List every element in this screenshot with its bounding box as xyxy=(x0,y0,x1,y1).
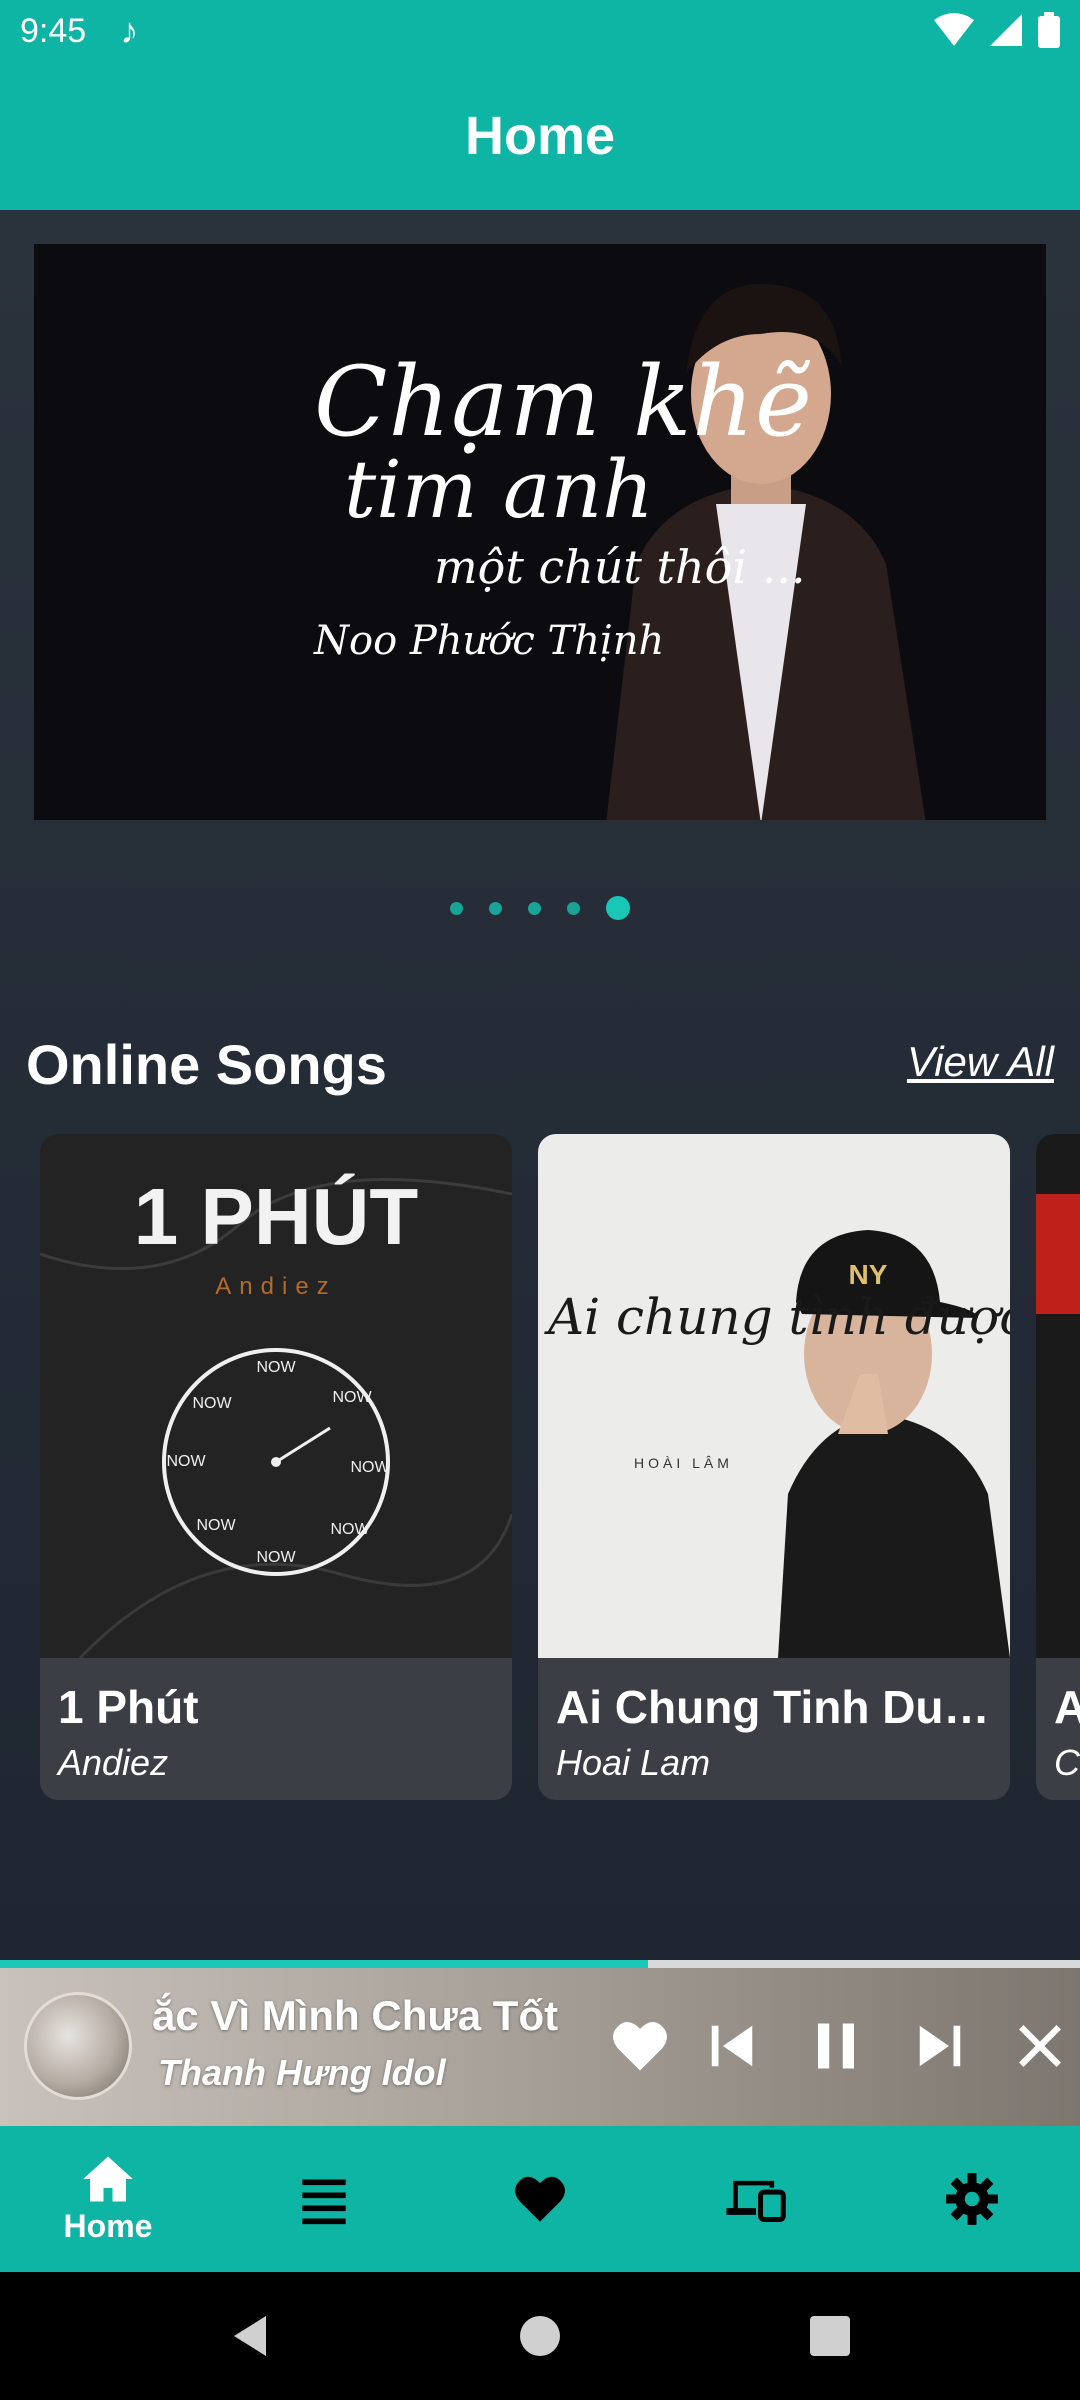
banner-line-2: tim anh xyxy=(344,443,654,536)
heart-icon xyxy=(515,2176,565,2222)
nav-home[interactable]: Home xyxy=(0,2126,216,2272)
mini-player[interactable]: ắc Vì Mình Chưa Tốt Thanh Hưng Idol xyxy=(0,1968,1080,2126)
clock-label: NOW xyxy=(166,1453,206,1470)
svg-text:NY: NY xyxy=(849,1259,888,1290)
battery-icon xyxy=(1038,12,1060,48)
next-button[interactable] xyxy=(898,2004,982,2088)
pause-icon xyxy=(818,2023,854,2069)
clock-label: NOW xyxy=(256,1549,296,1566)
page-dot[interactable] xyxy=(567,901,580,915)
song-title: Ai Chung Tinh Duoc Mai xyxy=(556,1681,996,1733)
clock-label: NOW xyxy=(332,1389,372,1406)
clock-label: NOW xyxy=(350,1459,390,1476)
song-title: A xyxy=(1054,1680,1080,1734)
clock-label: NOW xyxy=(330,1521,370,1538)
song-artist: Hoai Lam xyxy=(556,1742,711,1783)
song-title: 1 Phút xyxy=(58,1681,199,1733)
page-dot[interactable] xyxy=(450,901,463,915)
recents-icon[interactable] xyxy=(810,2316,850,2356)
pause-button[interactable] xyxy=(794,2004,878,2088)
song-artist: Andiez xyxy=(58,1742,169,1783)
back-icon[interactable] xyxy=(230,2314,270,2358)
gear-icon xyxy=(946,2173,998,2225)
system-navigation-bar xyxy=(0,2272,1080,2400)
page-title: Home xyxy=(464,106,616,166)
close-player-button[interactable] xyxy=(998,2004,1080,2088)
favorite-button[interactable] xyxy=(598,2004,682,2088)
playback-progress-bar[interactable] xyxy=(0,1960,1080,1968)
status-bar: 9:45 ♪ xyxy=(0,0,1080,62)
song-card[interactable]: A C xyxy=(1036,1134,1080,1800)
song-artist: C xyxy=(1054,1742,1080,1783)
clock-label: NOW xyxy=(196,1517,236,1534)
signal-icon xyxy=(990,14,1022,46)
banner-page-indicator xyxy=(0,896,1080,920)
view-all-link[interactable]: View All xyxy=(907,1038,1054,1086)
nav-settings[interactable] xyxy=(864,2126,1080,2272)
page-dot[interactable] xyxy=(489,901,502,915)
skip-next-icon xyxy=(919,2025,961,2067)
page-dot[interactable] xyxy=(528,901,541,915)
heart-icon xyxy=(613,2022,667,2071)
clock-label: NOW xyxy=(192,1395,232,1412)
cover-title-text: Ai chung tình được mãi xyxy=(544,1288,1010,1346)
nav-favorites[interactable] xyxy=(432,2126,648,2272)
devices-icon xyxy=(726,2180,786,2222)
clock-label: NOW xyxy=(256,1359,296,1376)
song-card[interactable]: 1 PHÚT Andiez NOW NOW NOW NOW NOW NOW NO… xyxy=(40,1134,512,1800)
list-icon xyxy=(302,2179,346,2225)
home-icon xyxy=(83,2156,133,2201)
banner-line-3: một chút thôi ... xyxy=(434,540,806,594)
song-cover-art: NY Ai chung tình được mãi HOÀI LÂM xyxy=(538,1134,1010,1658)
playback-progress-fill xyxy=(0,1960,648,1968)
now-playing-title: ắc Vì Mình Chưa Tốt xyxy=(152,1992,559,2039)
previous-button[interactable] xyxy=(690,2004,774,2088)
page-dot-active[interactable] xyxy=(606,896,630,920)
svg-text:Ai chung tình được mãi: Ai chung tình được mãi xyxy=(544,1288,1010,1346)
status-icons xyxy=(934,12,1060,48)
banner-line-1: Chạm khẽ xyxy=(314,346,813,458)
bottom-navigation: Home xyxy=(0,2126,1080,2272)
nav-devices[interactable] xyxy=(648,2126,864,2272)
nav-home-label: Home xyxy=(63,2207,153,2244)
app-bar: Home xyxy=(0,62,1080,210)
song-cover-art xyxy=(1036,1134,1080,1658)
now-playing-artist: Thanh Hưng Idol xyxy=(158,2052,446,2093)
now-playing-art xyxy=(24,1992,132,2100)
featured-banner[interactable]: Chạm khẽ tim anh một chút thôi ... Noo P… xyxy=(34,244,1046,820)
wifi-icon xyxy=(934,13,974,46)
song-card[interactable]: NY Ai chung tình được mãi HOÀI LÂM Ai Ch… xyxy=(538,1134,1010,1800)
cover-title-text: 1 PHÚT xyxy=(134,1172,419,1261)
skip-previous-icon xyxy=(711,2025,753,2067)
home-circle-icon[interactable] xyxy=(520,2316,560,2356)
music-note-icon: ♪ xyxy=(120,10,139,51)
banner-line-4: Noo Phước Thịnh xyxy=(314,618,665,664)
cover-subtitle-text: HOÀI LÂM xyxy=(634,1455,733,1471)
banner-text: Chạm khẽ tim anh một chút thôi ... Noo P… xyxy=(314,354,813,664)
status-time: 9:45 xyxy=(20,11,87,50)
home-content[interactable]: Chạm khẽ tim anh một chút thôi ... Noo P… xyxy=(0,210,1080,1970)
nav-playlist[interactable] xyxy=(216,2126,432,2272)
song-cover-art: 1 PHÚT Andiez NOW NOW NOW NOW NOW NOW NO… xyxy=(40,1134,512,1658)
section-title-online-songs: Online Songs xyxy=(26,1033,387,1096)
close-icon xyxy=(1019,2025,1061,2067)
cover-subtitle-text: Andiez xyxy=(215,1273,336,1300)
